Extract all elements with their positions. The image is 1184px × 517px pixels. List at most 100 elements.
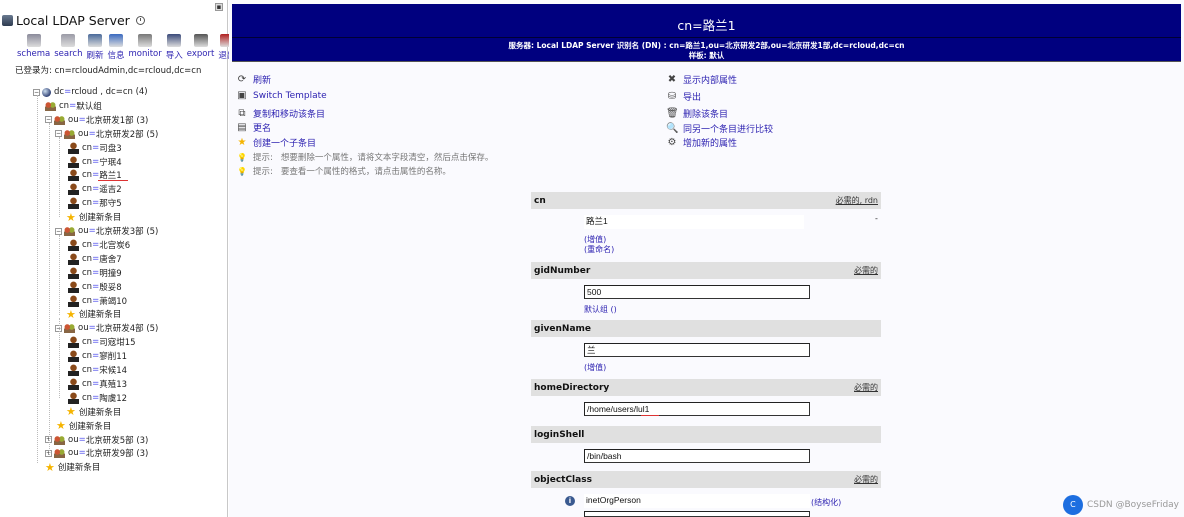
tree-node-attr: cn: [82, 378, 93, 389]
add-value-link[interactable]: 默认组 (): [584, 304, 617, 315]
tree-node-label: 创建新条目: [78, 310, 122, 321]
attribute-value-input[interactable]: inetOrgPerson: [584, 494, 810, 508]
tree-guide-line: [37, 95, 38, 463]
tree-node[interactable]: cn = 宋候14: [68, 363, 127, 377]
search-icon: [61, 34, 76, 47]
tree-node-value: 唐舍7: [99, 254, 122, 265]
attribute-name[interactable]: cn: [534, 196, 546, 206]
tree-create-new-entry[interactable]: ★ 创建新条目: [66, 405, 121, 419]
tree-node[interactable]: cn = 北宫炭6: [68, 238, 130, 252]
attribute-name[interactable]: objectClass: [534, 475, 592, 485]
action-trash[interactable]: 🗑 删除该条目: [666, 107, 728, 120]
attribute-name[interactable]: homeDirectory: [534, 383, 609, 393]
selected-underline: [98, 180, 128, 182]
star-icon: ★: [237, 137, 247, 148]
star-icon: ★: [56, 419, 66, 433]
user-icon: [68, 364, 79, 376]
action-rename[interactable]: ▤ 更名: [236, 121, 271, 134]
info-icon[interactable]: i: [565, 496, 575, 506]
action-link[interactable]: 刷新: [253, 73, 271, 86]
action-tools[interactable]: ✖ 显示内部属性: [666, 73, 737, 86]
tree-node[interactable]: cn = 真殖13: [68, 377, 127, 391]
structural-link[interactable]: (结构化): [811, 497, 841, 508]
lightbulb-icon: 💡: [237, 152, 247, 162]
tree-node-attr: cn: [82, 142, 93, 153]
action-template[interactable]: ▣ Switch Template: [236, 90, 327, 101]
group-icon: [64, 128, 75, 139]
action-link[interactable]: 导出: [683, 90, 701, 103]
action-link[interactable]: 增加新的属性: [683, 136, 737, 149]
toolbar-info-button[interactable]: 信息: [105, 34, 126, 61]
toolbar-search-button[interactable]: search: [52, 34, 84, 61]
tree-create-new-entry[interactable]: ★ 创建新条目: [56, 419, 111, 433]
attribute-value-input[interactable]: 500: [584, 285, 810, 299]
tree-create-new-entry[interactable]: ★ 创建新条目: [45, 460, 100, 474]
action-export[interactable]: ⛁ 导出: [666, 90, 701, 103]
collapse-icon[interactable]: −: [55, 227, 62, 235]
tree-node[interactable]: cn = 陶虞12: [68, 391, 127, 405]
attribute-name[interactable]: loginShell: [534, 430, 584, 440]
user-icon: [68, 350, 79, 363]
attribute-header: homeDirectory 必需的: [531, 379, 881, 396]
attribute-value-input[interactable]: [584, 511, 810, 517]
tree-node[interactable]: cn = 默认组: [45, 99, 102, 113]
action-link[interactable]: 删除该条目: [683, 107, 728, 120]
tree-node[interactable]: cn = 司寇坩15: [68, 335, 136, 349]
server-dn-line: 服务器: Local LDAP Server 识别名 (DN) : cn=路兰1…: [508, 41, 905, 50]
attribute-value-input[interactable]: /home/users/lul1: [584, 402, 810, 416]
tree-node[interactable]: − ou = 北京研发2部 (5): [55, 127, 158, 141]
tree-node[interactable]: cn = 司盘3: [68, 141, 122, 155]
tree-node[interactable]: + ou = 北京研发9部 (3): [45, 446, 148, 460]
attribute-value-input[interactable]: 路兰1: [584, 215, 804, 229]
action-star[interactable]: ★ 创建一个子条目: [236, 136, 317, 149]
attribute-value-input[interactable]: 兰: [584, 343, 810, 357]
equals-sign: =: [92, 295, 100, 306]
tree-node[interactable]: cn = 唐舍7: [68, 252, 122, 266]
action-link[interactable]: 同另一个条目进行比较: [683, 122, 773, 135]
tree-node[interactable]: cn = 宁珉4: [68, 155, 122, 169]
equals-sign: =: [92, 170, 100, 181]
toolbar-export-button[interactable]: export: [185, 34, 217, 61]
attribute-name[interactable]: givenName: [534, 324, 591, 334]
tree-create-new-entry[interactable]: ★ 创建新条目: [66, 210, 121, 224]
action-link[interactable]: 显示内部属性: [683, 73, 737, 86]
tree-node[interactable]: cn = 萧竭10: [68, 294, 127, 308]
server-name[interactable]: Local LDAP Server: [16, 13, 130, 28]
schema-icon: [26, 34, 41, 47]
action-copy[interactable]: ⧉ 复制和移动该条目: [236, 107, 325, 120]
server-title[interactable]: Local LDAP Server: [2, 13, 145, 28]
toolbar-schema-button[interactable]: schema: [15, 34, 52, 61]
group-icon: [54, 434, 65, 445]
toolbar-import-button[interactable]: 导入: [164, 34, 185, 61]
tree-node[interactable]: − ou = 北京研发4部 (5): [55, 321, 158, 335]
add-value-link[interactable]: (增值): [584, 362, 606, 373]
action-link[interactable]: 更名: [253, 121, 271, 134]
tree-node[interactable]: cn = 那守5: [68, 196, 122, 210]
action-link[interactable]: Switch Template: [253, 91, 327, 101]
tree-node-value: 那守5: [99, 199, 122, 210]
action-compare[interactable]: 🔍 同另一个条目进行比较: [666, 122, 773, 135]
csdn-logo-icon: C: [1062, 495, 1083, 515]
attribute-name[interactable]: gidNumber: [534, 266, 590, 276]
tree-node[interactable]: − dc = rcloud , dc=cn (4): [33, 85, 148, 99]
toolbar-monitor-button[interactable]: monitor: [127, 34, 164, 61]
attribute-value-input[interactable]: /bin/bash: [584, 449, 810, 463]
tree-node-value: 宁珉4: [99, 157, 122, 168]
tree-node[interactable]: − ou = 北京研发3部 (5): [55, 224, 158, 238]
collapse-frame-button[interactable]: ▪: [215, 3, 223, 11]
tree-node[interactable]: cn = 遥吉2: [68, 182, 122, 196]
tree-node[interactable]: + ou = 北京研发5部 (3): [45, 433, 148, 447]
action-refresh[interactable]: ⟳ 刷新: [236, 73, 271, 86]
action-link[interactable]: 复制和移动该条目: [253, 107, 325, 120]
rename-link[interactable]: (重命名): [584, 244, 614, 255]
tree-node-label: 创建新条目: [78, 213, 122, 224]
toolbar-refresh-button[interactable]: 刷新: [84, 34, 105, 61]
tree-node[interactable]: cn = 寥削11: [68, 349, 127, 363]
tree-create-new-entry[interactable]: ★ 创建新条目: [66, 307, 121, 321]
tree-node[interactable]: cn = 殷妥8: [68, 280, 122, 294]
tree-node[interactable]: − ou = 北京研发1部 (3): [45, 113, 148, 127]
action-add-attr[interactable]: ⚙ 增加新的属性: [666, 136, 738, 149]
action-link[interactable]: 创建一个子条目: [253, 136, 316, 149]
clock-icon[interactable]: [135, 16, 145, 25]
tree-node[interactable]: cn = 明撞9: [68, 266, 122, 280]
